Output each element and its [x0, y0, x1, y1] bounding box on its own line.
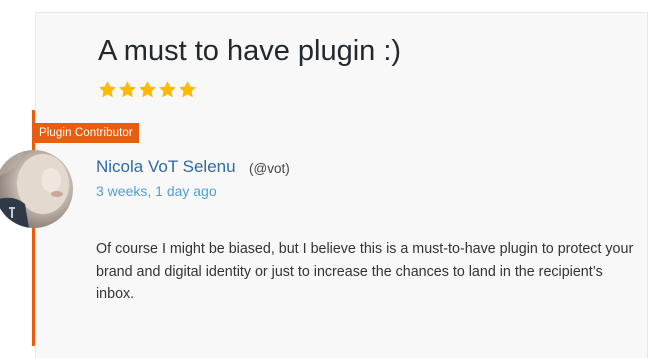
plugin-contributor-badge: Plugin Contributor	[33, 123, 139, 143]
author-name-link[interactable]: Nicola VoT Selenu	[96, 157, 236, 177]
review-title: A must to have plugin :)	[98, 35, 402, 67]
author-handle: (@vot)	[249, 161, 290, 176]
star-rating	[98, 80, 197, 99]
contributor-accent-line	[32, 110, 35, 346]
review-date-link[interactable]: 3 weeks, 1 day ago	[96, 183, 217, 199]
star-icon	[179, 81, 196, 98]
star-icon	[119, 81, 136, 98]
star-icon	[159, 81, 176, 98]
star-icon	[99, 81, 116, 98]
star-icon	[139, 81, 156, 98]
review-body: Of course I might be biased, but I belie…	[96, 241, 634, 302]
